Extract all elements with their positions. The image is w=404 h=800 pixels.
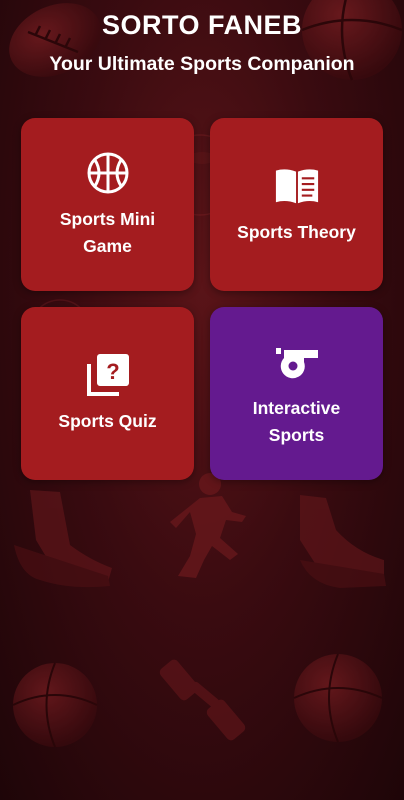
basketball-icon: [85, 150, 131, 196]
app-header: SORTO FANEB Your Ultimate Sports Compani…: [0, 0, 404, 76]
sports-quiz-card[interactable]: ? Sports Quiz: [21, 307, 194, 480]
basketball-icon: [12, 662, 98, 748]
sneaker-icon: [14, 490, 112, 588]
runner-icon: [170, 473, 246, 578]
app-subtitle: Your Ultimate Sports Companion: [49, 53, 355, 75]
quiz-question-icon: ?: [85, 352, 131, 398]
sports-mini-game-card[interactable]: Sports Mini Game: [21, 118, 194, 291]
basketball-icon: [293, 653, 383, 743]
card-label: Sports Mini Game: [59, 208, 156, 256]
dumbbell-icon: [159, 659, 246, 741]
sports-theory-card[interactable]: Sports Theory: [210, 118, 383, 291]
card-label: Sports Theory: [237, 222, 356, 242]
card-label: Sports Quiz: [58, 411, 157, 431]
open-book-icon: [274, 163, 320, 209]
sneaker-icon: [300, 495, 386, 588]
interactive-sports-card[interactable]: Interactive Sports: [210, 307, 383, 480]
card-label: Interactive Sports: [252, 397, 341, 445]
app-title: SORTO FANEB: [101, 10, 303, 40]
whistle-icon: [274, 339, 320, 385]
svg-text:?: ?: [106, 359, 119, 384]
